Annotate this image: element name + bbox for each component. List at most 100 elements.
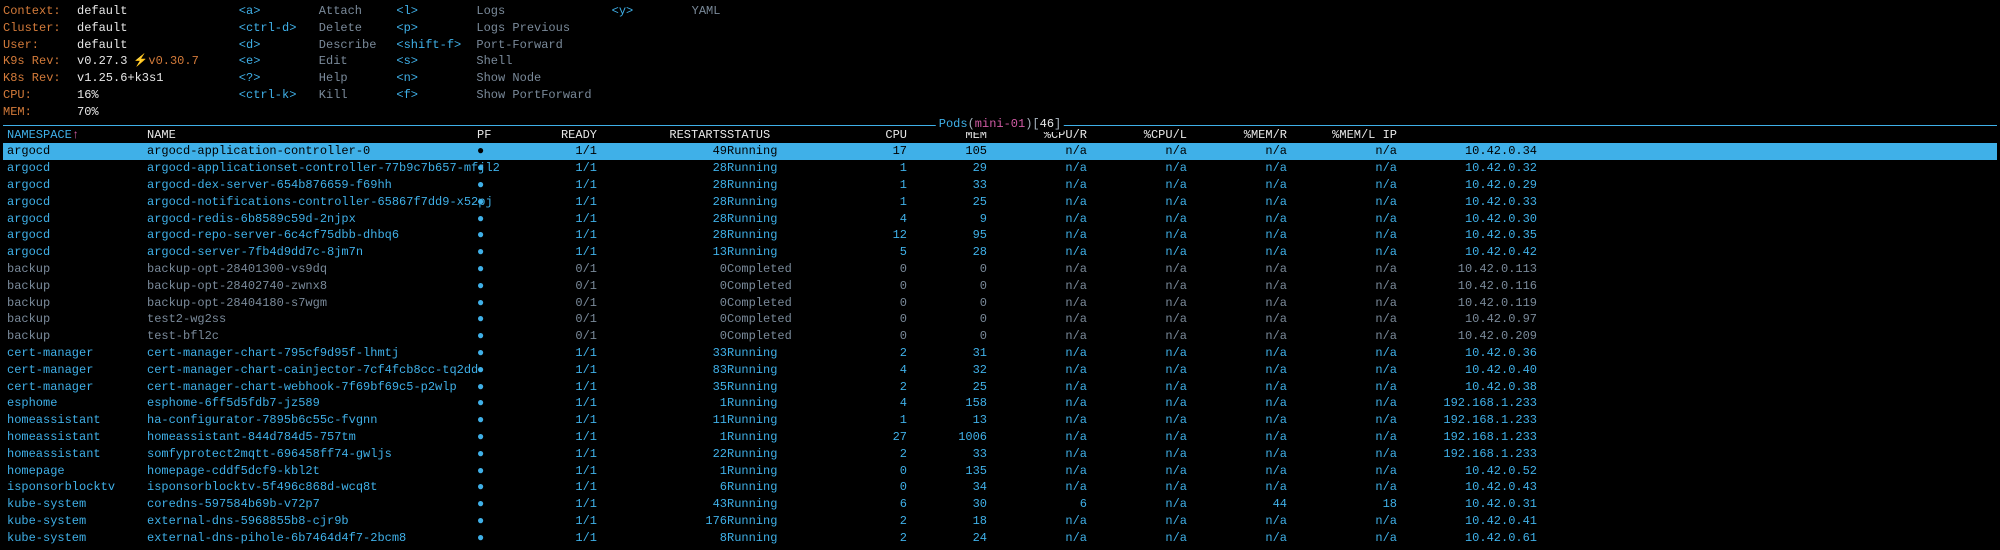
table-row[interactable]: backuptest-bfl2c●0/10Completed00n/an/an/… bbox=[3, 328, 1997, 345]
cell-pf: ● bbox=[477, 211, 507, 228]
cell-cpu-l: n/a bbox=[1087, 429, 1187, 446]
col-status[interactable]: STATUS bbox=[727, 127, 827, 144]
cell-pf: ● bbox=[477, 328, 507, 345]
table-row[interactable]: backupbackup-opt-28402740-zwnx8●0/10Comp… bbox=[3, 278, 1997, 295]
col-ready[interactable]: READY bbox=[507, 127, 597, 144]
cell-ip: 10.42.0.43 bbox=[1397, 479, 1537, 496]
table-row[interactable]: cert-managercert-manager-chart-cainjecto… bbox=[3, 362, 1997, 379]
cell-status: Running bbox=[727, 446, 827, 463]
table-row[interactable]: cert-managercert-manager-chart-795cf9d95… bbox=[3, 345, 1997, 362]
table-row[interactable]: homeassistantha-configurator-7895b6c55c-… bbox=[3, 412, 1997, 429]
cell-cpu-l: n/a bbox=[1087, 311, 1187, 328]
table-row[interactable]: argocdargocd-redis-6b8589c59d-2njpx●1/12… bbox=[3, 211, 1997, 228]
cell-mem: 30 bbox=[907, 496, 987, 513]
table-row[interactable]: argocdargocd-applicationset-controller-7… bbox=[3, 160, 1997, 177]
col-mem-l-ip[interactable]: %MEM/L IP bbox=[1287, 127, 1397, 144]
user-value: default bbox=[77, 37, 127, 54]
hotkey-key: <a> bbox=[239, 3, 319, 20]
col-cpu-l[interactable]: %CPU/L bbox=[1087, 127, 1187, 144]
cell-cpu-r: n/a bbox=[987, 362, 1087, 379]
cell-status: Running bbox=[727, 429, 827, 446]
cell-mem: 158 bbox=[907, 395, 987, 412]
table-row[interactable]: argocdargocd-server-7fb4d9dd7c-8jm7n●1/1… bbox=[3, 244, 1997, 261]
cell-namespace: backup bbox=[7, 311, 147, 328]
table-row[interactable]: backuptest2-wg2ss●0/10Completed00n/an/an… bbox=[3, 311, 1997, 328]
cell-mem-l: n/a bbox=[1287, 311, 1397, 328]
cell-mem-l: n/a bbox=[1287, 412, 1397, 429]
table-row[interactable]: kube-systemexternal-dns-5968855b8-cjr9b●… bbox=[3, 513, 1997, 530]
col-restarts[interactable]: RESTARTS bbox=[597, 127, 727, 144]
cell-restarts: 49 bbox=[597, 143, 727, 160]
col-name[interactable]: NAME bbox=[147, 127, 477, 144]
table-row[interactable]: argocdargocd-notifications-controller-65… bbox=[3, 194, 1997, 211]
cell-mem: 25 bbox=[907, 194, 987, 211]
cell-ready: 1/1 bbox=[507, 244, 597, 261]
hotkey-label: Describe bbox=[319, 37, 377, 54]
table-row[interactable]: isponsorblocktvisponsorblocktv-5f496c868… bbox=[3, 479, 1997, 496]
cell-namespace: esphome bbox=[7, 395, 147, 412]
cell-cpu: 0 bbox=[827, 278, 907, 295]
table-row[interactable]: cert-managercert-manager-chart-webhook-7… bbox=[3, 379, 1997, 396]
table-row[interactable]: homeassistanthomeassistant-844d784d5-757… bbox=[3, 429, 1997, 446]
table-row[interactable]: backupbackup-opt-28401300-vs9dq●0/10Comp… bbox=[3, 261, 1997, 278]
cell-mem-l: n/a bbox=[1287, 530, 1397, 547]
table-row[interactable]: homeassistantsomfyprotect2mqtt-696458ff7… bbox=[3, 446, 1997, 463]
table-row[interactable]: kube-systemexternal-dns-pihole-6b7464d4f… bbox=[3, 530, 1997, 547]
user-label: User: bbox=[3, 37, 73, 54]
cell-name: somfyprotect2mqtt-696458ff74-gwljs bbox=[147, 446, 477, 463]
cell-ip: 10.42.0.97 bbox=[1397, 311, 1537, 328]
cell-mem-r: n/a bbox=[1187, 311, 1287, 328]
cell-mem-l: n/a bbox=[1287, 513, 1397, 530]
cell-pf: ● bbox=[477, 177, 507, 194]
table-row[interactable]: argocdargocd-application-controller-0●1/… bbox=[3, 143, 1997, 160]
hotkey-hint: <s>Shell bbox=[396, 53, 591, 70]
cell-mem: 95 bbox=[907, 227, 987, 244]
hotkey-key: <y> bbox=[612, 3, 692, 20]
status-header: Context:default Cluster:default User:def… bbox=[3, 3, 1997, 121]
hotkey-label: Attach bbox=[319, 3, 362, 20]
hotkey-key: <ctrl-k> bbox=[239, 87, 319, 104]
cell-cpu: 6 bbox=[827, 496, 907, 513]
table-row[interactable]: argocdargocd-dex-server-654b876659-f69hh… bbox=[3, 177, 1997, 194]
cell-status: Running bbox=[727, 463, 827, 480]
cell-namespace: argocd bbox=[7, 160, 147, 177]
cell-name: argocd-notifications-controller-65867f7d… bbox=[147, 194, 477, 211]
col-pf[interactable]: PF bbox=[477, 127, 507, 144]
cell-ip: 10.42.0.35 bbox=[1397, 227, 1537, 244]
cell-ip: 10.42.0.34 bbox=[1397, 143, 1537, 160]
k9s-rev-value: v0.27.3 bbox=[77, 53, 127, 70]
col-cpu[interactable]: CPU bbox=[827, 127, 907, 144]
table-row[interactable]: backupbackup-opt-28404180-s7wgm●0/10Comp… bbox=[3, 295, 1997, 312]
cell-ready: 1/1 bbox=[507, 177, 597, 194]
cell-mem: 18 bbox=[907, 513, 987, 530]
cell-ready: 1/1 bbox=[507, 429, 597, 446]
cell-ready: 1/1 bbox=[507, 463, 597, 480]
cell-mem-l: n/a bbox=[1287, 194, 1397, 211]
cell-restarts: 11 bbox=[597, 412, 727, 429]
cell-cpu-r: n/a bbox=[987, 530, 1087, 547]
cell-mem-r: n/a bbox=[1187, 261, 1287, 278]
cell-pf: ● bbox=[477, 194, 507, 211]
hotkey-key: <ctrl-d> bbox=[239, 20, 319, 37]
cell-status: Running bbox=[727, 227, 827, 244]
hotkey-label: Kill bbox=[319, 87, 348, 104]
cell-name: external-dns-5968855b8-cjr9b bbox=[147, 513, 477, 530]
pods-table[interactable]: NAMESPACE↑ NAME PF READY RESTARTS STATUS… bbox=[3, 125, 1997, 547]
table-row[interactable]: homepagehomepage-cddf5dcf9-kbl2t●1/11Run… bbox=[3, 463, 1997, 480]
table-row[interactable]: argocdargocd-repo-server-6c4cf75dbb-dhbq… bbox=[3, 227, 1997, 244]
hotkey-label: Help bbox=[319, 70, 348, 87]
cell-name: argocd-redis-6b8589c59d-2njpx bbox=[147, 211, 477, 228]
col-mem-r[interactable]: %MEM/R bbox=[1187, 127, 1287, 144]
table-row[interactable]: kube-systemcoredns-597584b69b-v72p7●1/14… bbox=[3, 496, 1997, 513]
hotkey-key: <d> bbox=[239, 37, 319, 54]
cell-ip: 192.168.1.233 bbox=[1397, 429, 1537, 446]
table-row[interactable]: esphomeesphome-6ff5d5fdb7-jz589●1/11Runn… bbox=[3, 395, 1997, 412]
cell-pf: ● bbox=[477, 295, 507, 312]
col-namespace[interactable]: NAMESPACE↑ bbox=[7, 127, 147, 144]
view-title-context: mini-01 bbox=[975, 117, 1025, 131]
cell-cpu: 1 bbox=[827, 412, 907, 429]
cell-cpu-r: n/a bbox=[987, 160, 1087, 177]
cell-mem-l: n/a bbox=[1287, 160, 1397, 177]
cell-cpu-r: n/a bbox=[987, 143, 1087, 160]
cell-cpu-l: n/a bbox=[1087, 261, 1187, 278]
